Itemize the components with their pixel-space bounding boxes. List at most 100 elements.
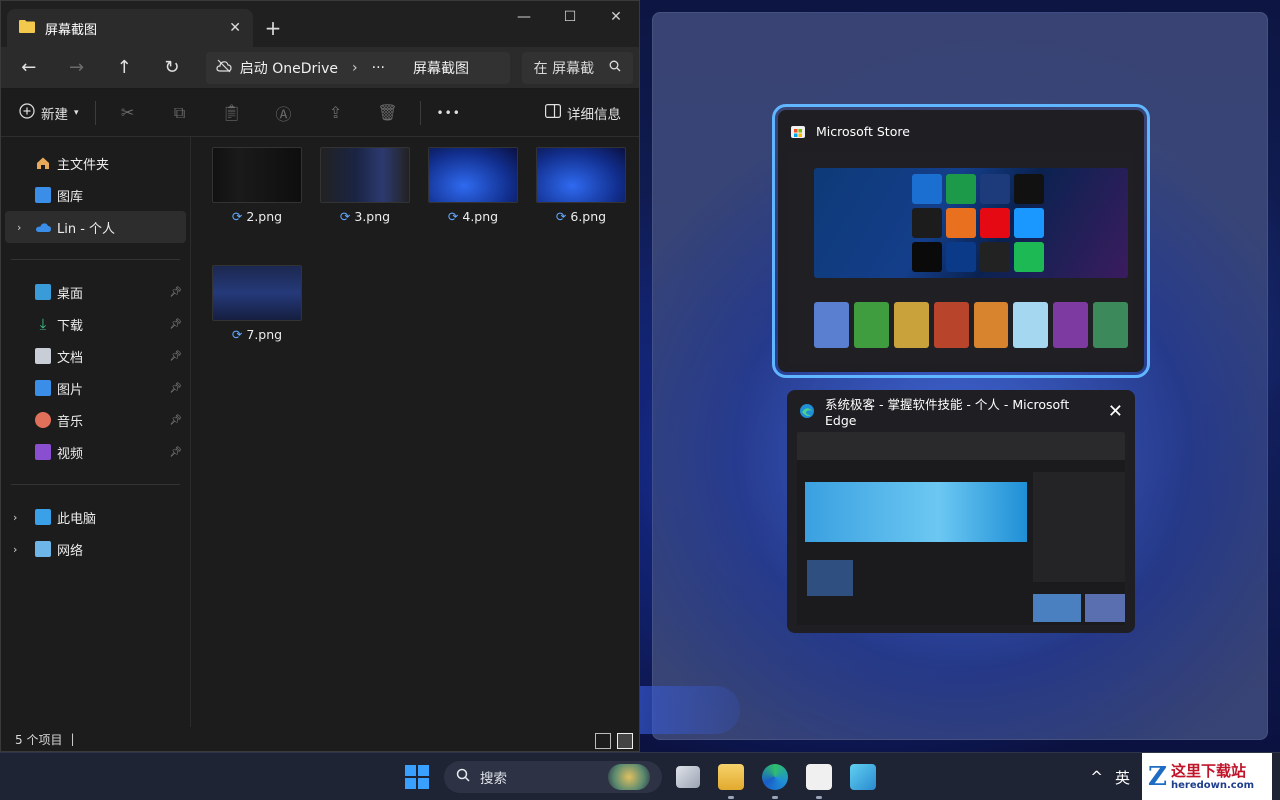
pin-icon[interactable]: 📌︎ — [169, 415, 182, 426]
window-controls: — ☐ ✕ — [501, 1, 639, 33]
site-watermark: Z 这里下载站 heredown.com — [1142, 753, 1272, 800]
sidebar-item-desktop[interactable]: 桌面 📌︎ — [1, 276, 190, 308]
music-icon — [35, 412, 51, 428]
chevron-right-icon[interactable]: › — [17, 221, 21, 234]
navigation-pane: 主文件夹 图库 › Lin - 个人 桌面 📌︎ ⤓ 下载 📌︎ 文档 📌︎ 图… — [1, 137, 191, 727]
start-button[interactable] — [405, 765, 429, 789]
search-input[interactable]: 在 屏幕截 — [521, 51, 634, 84]
sidebar-item-home[interactable]: 主文件夹 — [1, 147, 190, 179]
sidebar-item-label: 网络 — [57, 543, 84, 559]
file-thumbnail — [320, 147, 410, 203]
download-icon: ⤓ — [39, 315, 47, 333]
tray-overflow-chevron-icon[interactable]: ^ — [1090, 768, 1103, 786]
scissors-icon: ✂ — [120, 103, 135, 122]
folder-icon — [19, 19, 35, 37]
chevron-right-icon[interactable]: › — [13, 543, 17, 556]
sidebar-item-gallery[interactable]: 图库 — [1, 179, 190, 211]
gallery-icon — [35, 187, 51, 203]
sync-icon: ⟳ — [231, 327, 243, 342]
edge-icon — [799, 403, 815, 419]
snipping-tool-taskbar-icon[interactable] — [850, 764, 876, 790]
plus-circle-icon — [19, 102, 35, 123]
running-indicator — [728, 796, 734, 799]
status-separator: | — [70, 732, 75, 746]
file-item[interactable]: ⟳ 6.png — [535, 147, 627, 224]
chevron-right-icon[interactable]: › — [13, 511, 17, 524]
title-bar: 屏幕截图 ✕ + — ☐ ✕ — [1, 1, 639, 47]
snap-card-title: 系统极客 - 掌握软件技能 - 个人 - Microsoft Edge — [825, 397, 1070, 428]
address-bar[interactable]: 启动 OneDrive › ··· 屏幕截图 — [205, 51, 510, 84]
microsoft-store-taskbar-icon[interactable] — [806, 764, 832, 790]
desktop-icon — [35, 284, 51, 300]
pin-icon[interactable]: 📌︎ — [169, 287, 182, 298]
tiles-view-icon[interactable] — [617, 733, 633, 749]
back-button[interactable]: ← — [7, 52, 51, 84]
trash-icon: 🗑︎ — [377, 103, 398, 122]
rename-button[interactable]: Ⓐ — [260, 97, 308, 129]
view-switcher — [595, 733, 633, 749]
details-pane-icon — [545, 103, 562, 122]
details-pane-button[interactable]: 详细信息 — [537, 97, 629, 129]
sidebar-item-documents[interactable]: 文档 📌︎ — [1, 340, 190, 372]
input-method-indicator[interactable]: 英 — [1115, 767, 1130, 788]
search-highlight-icon — [608, 764, 650, 790]
file-item[interactable]: ⟳ 2.png — [211, 147, 303, 224]
share-button[interactable]: ⇪ — [312, 97, 360, 129]
toolbar-divider — [419, 100, 421, 125]
details-view-icon[interactable] — [595, 733, 611, 749]
copy-icon: ⧉ — [173, 102, 186, 122]
up-button[interactable]: ↑ — [102, 52, 146, 84]
file-explorer-taskbar-icon[interactable] — [718, 764, 744, 790]
snap-card-microsoft-store[interactable]: Microsoft Store — [772, 104, 1150, 378]
microsoft-store-icon — [790, 123, 806, 139]
new-button[interactable]: 新建 ▾ — [11, 97, 87, 129]
new-tab-button[interactable]: + — [253, 9, 293, 47]
snap-card-title-bar: 系统极客 - 掌握软件技能 - 个人 - Microsoft Edge ✕ — [787, 390, 1135, 432]
sidebar-item-label: 音乐 — [57, 414, 84, 430]
file-list: ⟳ 2.png ⟳ 3.png ⟳ 4.png ⟳ 6.png ⟳ 7.png — [191, 137, 639, 727]
item-count: 5 个项目 — [15, 732, 63, 747]
explorer-content: 主文件夹 图库 › Lin - 个人 桌面 📌︎ ⤓ 下载 📌︎ 文档 📌︎ 图… — [1, 137, 639, 727]
delete-button[interactable]: 🗑︎ — [364, 97, 412, 129]
task-view-icon[interactable] — [676, 766, 700, 788]
sidebar-item-onedrive[interactable]: › Lin - 个人 — [5, 211, 186, 243]
onedrive-start-link[interactable]: 启动 OneDrive — [240, 58, 338, 78]
sync-icon: ⟳ — [231, 209, 243, 224]
breadcrumb-more-button[interactable]: ··· — [372, 60, 385, 76]
pin-icon[interactable]: 📌︎ — [169, 447, 182, 458]
tab-close-icon[interactable]: ✕ — [229, 20, 241, 36]
refresh-button[interactable]: ↻ — [150, 52, 194, 84]
sidebar-item-pictures[interactable]: 图片 📌︎ — [1, 372, 190, 404]
file-thumbnail — [212, 265, 302, 321]
file-item[interactable]: ⟳ 3.png — [319, 147, 411, 224]
sidebar-item-downloads[interactable]: ⤓ 下载 📌︎ — [1, 308, 190, 340]
taskbar-search[interactable]: 搜索 — [444, 761, 662, 793]
paste-button[interactable]: 📋︎ — [208, 97, 256, 129]
more-options-button[interactable]: ••• — [429, 97, 469, 129]
file-item[interactable]: ⟳ 4.png — [427, 147, 519, 224]
sidebar-item-network[interactable]: › 网络 — [1, 533, 190, 565]
snap-card-edge[interactable]: 系统极客 - 掌握软件技能 - 个人 - Microsoft Edge ✕ — [787, 390, 1135, 633]
close-button[interactable]: ✕ — [593, 1, 639, 33]
breadcrumb-current[interactable]: 屏幕截图 — [413, 58, 469, 78]
pin-icon[interactable]: 📌︎ — [169, 383, 182, 394]
forward-button[interactable]: → — [55, 52, 99, 84]
sidebar-item-this-pc[interactable]: › 此电脑 — [1, 501, 190, 533]
pin-icon[interactable]: 📌︎ — [169, 351, 182, 362]
copy-button[interactable]: ⧉ — [156, 97, 204, 129]
cut-button[interactable]: ✂ — [104, 97, 152, 129]
system-tray: ^ 英 Z 这里下载站 heredown.com — [1090, 753, 1280, 800]
tab-screenshots[interactable]: 屏幕截图 ✕ — [7, 9, 253, 47]
file-name: 6.png — [570, 209, 607, 224]
new-label: 新建 — [41, 106, 68, 123]
maximize-button[interactable]: ☐ — [547, 1, 593, 33]
sidebar-divider — [11, 259, 180, 260]
edge-taskbar-icon[interactable] — [762, 764, 788, 790]
file-item[interactable]: ⟳ 7.png — [211, 265, 303, 342]
chevron-down-icon: ▾ — [74, 107, 79, 118]
minimize-button[interactable]: — — [501, 1, 547, 33]
sidebar-item-music[interactable]: 音乐 📌︎ — [1, 404, 190, 436]
close-icon[interactable]: ✕ — [1108, 401, 1123, 422]
sidebar-item-videos[interactable]: 视频 📌︎ — [1, 436, 190, 468]
pin-icon[interactable]: 📌︎ — [169, 319, 182, 330]
